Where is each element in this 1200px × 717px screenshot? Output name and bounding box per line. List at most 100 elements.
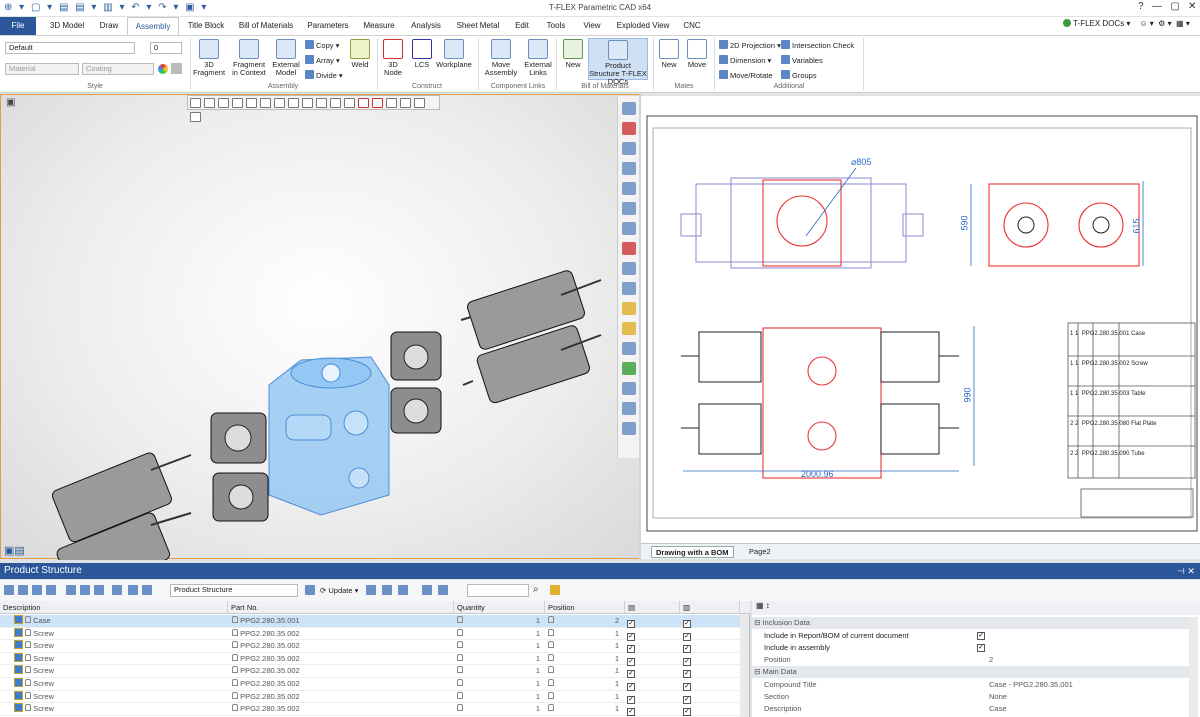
tab-view[interactable]: View — [576, 17, 608, 35]
tab-3d-model[interactable]: 3D Model — [44, 17, 90, 35]
tool-icon[interactable] — [550, 585, 560, 595]
table-row[interactable]: Screw PPG2.280.35.002 1 1 ✓ ✓ — [0, 690, 740, 704]
tab-edit[interactable]: Edit — [508, 17, 536, 35]
fragment-context-icon — [239, 39, 259, 59]
include-assembly-checkbox[interactable]: ✓ — [977, 644, 985, 652]
pin-icon[interactable]: ⊣ ✕ — [1177, 563, 1195, 579]
tab-analysis[interactable]: Analysis — [404, 17, 448, 35]
view-side-toolbar[interactable] — [617, 96, 639, 458]
tool-icon[interactable] — [32, 585, 42, 595]
include-bom-checkbox[interactable]: ✓ — [627, 708, 635, 717]
coating-combo[interactable]: Coating — [82, 63, 154, 75]
update-button[interactable]: ⟳ Update ▾ — [320, 586, 358, 595]
table-row[interactable]: Screw PPG2.280.35.002 1 1 ✓ ✓ — [0, 652, 740, 666]
tool-icon[interactable] — [422, 585, 432, 595]
tab-measure[interactable]: Measure — [358, 17, 400, 35]
tool-icon[interactable] — [46, 585, 56, 595]
fragment-in-context-button[interactable]: Fragment in Context — [230, 39, 268, 77]
mates-move-button[interactable]: Move — [685, 39, 709, 69]
3d-fragment-button[interactable]: 3D Fragment — [192, 39, 226, 77]
tab-file[interactable]: File — [0, 17, 36, 35]
3d-node-button[interactable]: 3D Node — [380, 39, 406, 77]
grid-scrollbar[interactable] — [740, 614, 749, 717]
3d-viewport[interactable]: ▣ ▣▤ — [0, 94, 640, 560]
copy-button[interactable]: Copy ▾ — [305, 40, 339, 50]
tab-bill-of-materials[interactable]: Bill of Materials — [234, 17, 298, 35]
lcs-button[interactable]: LCS — [410, 39, 434, 69]
tab-tools[interactable]: Tools — [540, 17, 572, 35]
window-controls[interactable]: ? — ▢ ✕ — [1138, 1, 1196, 12]
width-spinner[interactable]: 0 — [150, 42, 182, 54]
external-model-label: External Model — [272, 60, 300, 77]
col-part-no[interactable]: Part No. — [228, 601, 454, 614]
filter-combo[interactable] — [467, 584, 529, 597]
viewport-layout-icon[interactable]: ▣▤ — [4, 544, 25, 557]
intersection-check-button[interactable]: Intersection Check — [781, 40, 854, 50]
texture-icon[interactable] — [171, 63, 182, 74]
include-assembly-checkbox[interactable]: ✓ — [683, 708, 691, 717]
table-row[interactable]: Case PPG2.280.35.001 1 2 ✓ ✓ — [0, 615, 740, 628]
section-inclusion[interactable]: ⊟ Inclusion Data — [752, 617, 1192, 629]
col-quantity[interactable]: Quantity — [454, 601, 545, 614]
tool-icon[interactable] — [438, 585, 448, 595]
tab-drawing-with-bom[interactable]: Drawing with a BOM — [651, 546, 734, 558]
col-include-assembly[interactable]: ▥ — [680, 601, 740, 614]
tab-page2[interactable]: Page2 — [745, 546, 775, 558]
tab-parameters[interactable]: Parameters — [303, 17, 353, 35]
tool-icon[interactable] — [112, 585, 122, 595]
2d-projection-button[interactable]: 2D Projection ▾ — [719, 40, 781, 50]
tab-exploded-view[interactable]: Exploded View — [612, 17, 674, 35]
tflex-docs-menu[interactable]: T-FLEX DOCs ▾ ☺ ▾ ⚙ ▾ ▦ ▾ — [1063, 19, 1190, 28]
table-row[interactable]: Screw PPG2.280.35.002 1 1 ✓ ✓ — [0, 678, 740, 691]
search-icon[interactable]: ⌕ — [533, 584, 539, 595]
material-combo[interactable]: Material — [5, 63, 79, 75]
variables-button[interactable]: Variables — [781, 55, 823, 65]
move-assembly-button[interactable]: Move Assembly — [482, 39, 520, 77]
tool-icon[interactable] — [305, 585, 315, 595]
tool-icon[interactable] — [80, 585, 90, 595]
color-picker-icon[interactable] — [158, 64, 168, 74]
external-links-button[interactable]: External Links — [522, 39, 554, 77]
props-scrollbar[interactable] — [1189, 617, 1198, 717]
include-report-checkbox[interactable]: ✓ — [977, 632, 985, 640]
tool-icon[interactable] — [66, 585, 76, 595]
weld-button[interactable]: Weld — [346, 39, 374, 69]
move-rotate-button[interactable]: Move/Rotate — [719, 70, 773, 80]
col-position[interactable]: Position — [545, 601, 625, 614]
layer-combo[interactable]: Default — [5, 42, 135, 54]
dimension-button[interactable]: Dimension ▾ — [719, 55, 771, 65]
tool-icon[interactable] — [128, 585, 138, 595]
tool-icon[interactable] — [398, 585, 408, 595]
tab-cnc[interactable]: CNC — [678, 17, 706, 35]
col-description[interactable]: Description — [0, 601, 228, 614]
col-include-bom[interactable]: ▤ — [625, 601, 680, 614]
tool-icon[interactable] — [382, 585, 392, 595]
tool-icon[interactable] — [366, 585, 376, 595]
tab-sheet-metal[interactable]: Sheet Metal — [452, 17, 504, 35]
workplane-button[interactable]: Workplane — [436, 39, 472, 69]
external-model-button[interactable]: External Model — [270, 39, 302, 77]
3d-view-toolbar[interactable] — [187, 95, 440, 122]
collapse-icon[interactable]: ▣ — [6, 97, 15, 108]
table-row[interactable]: Screw PPG2.280.35.002 1 1 ✓ ✓ — [0, 627, 740, 641]
tool-icon[interactable] — [94, 585, 104, 595]
tool-icon[interactable] — [4, 585, 14, 595]
tab-assembly[interactable]: Assembly — [127, 17, 179, 35]
product-structure-button[interactable]: Product Structure T-FLEX DOCs — [588, 38, 648, 86]
tab-title-block[interactable]: Title Block — [183, 17, 229, 35]
table-row[interactable]: Screw PPG2.280.35.002 1 1 ✓ ✓ — [0, 665, 740, 679]
structure-combo[interactable]: Product Structure — [170, 584, 298, 597]
props-toolbar[interactable]: ▦ ↕ — [752, 601, 1200, 615]
divide-button[interactable]: Divide ▾ — [305, 70, 343, 80]
mates-new-button[interactable]: New — [657, 39, 681, 69]
tool-icon[interactable] — [142, 585, 152, 595]
tab-draw[interactable]: Draw — [94, 17, 124, 35]
bom-new-button[interactable]: New — [560, 39, 586, 69]
array-button[interactable]: Array ▾ — [305, 55, 340, 65]
2d-drawing-viewport[interactable]: ⌀805 590 615 990 2000.96 1 1 PPG2.280.35… — [641, 96, 1200, 543]
table-row[interactable]: Screw PPG2.280.35.002 1 1 ✓ ✓ — [0, 703, 740, 717]
section-main[interactable]: ⊟ Main Data — [752, 666, 1192, 678]
groups-button[interactable]: Groups — [781, 70, 817, 80]
table-row[interactable]: Screw PPG2.280.35.002 1 1 ✓ ✓ — [0, 640, 740, 654]
tool-icon[interactable] — [18, 585, 28, 595]
